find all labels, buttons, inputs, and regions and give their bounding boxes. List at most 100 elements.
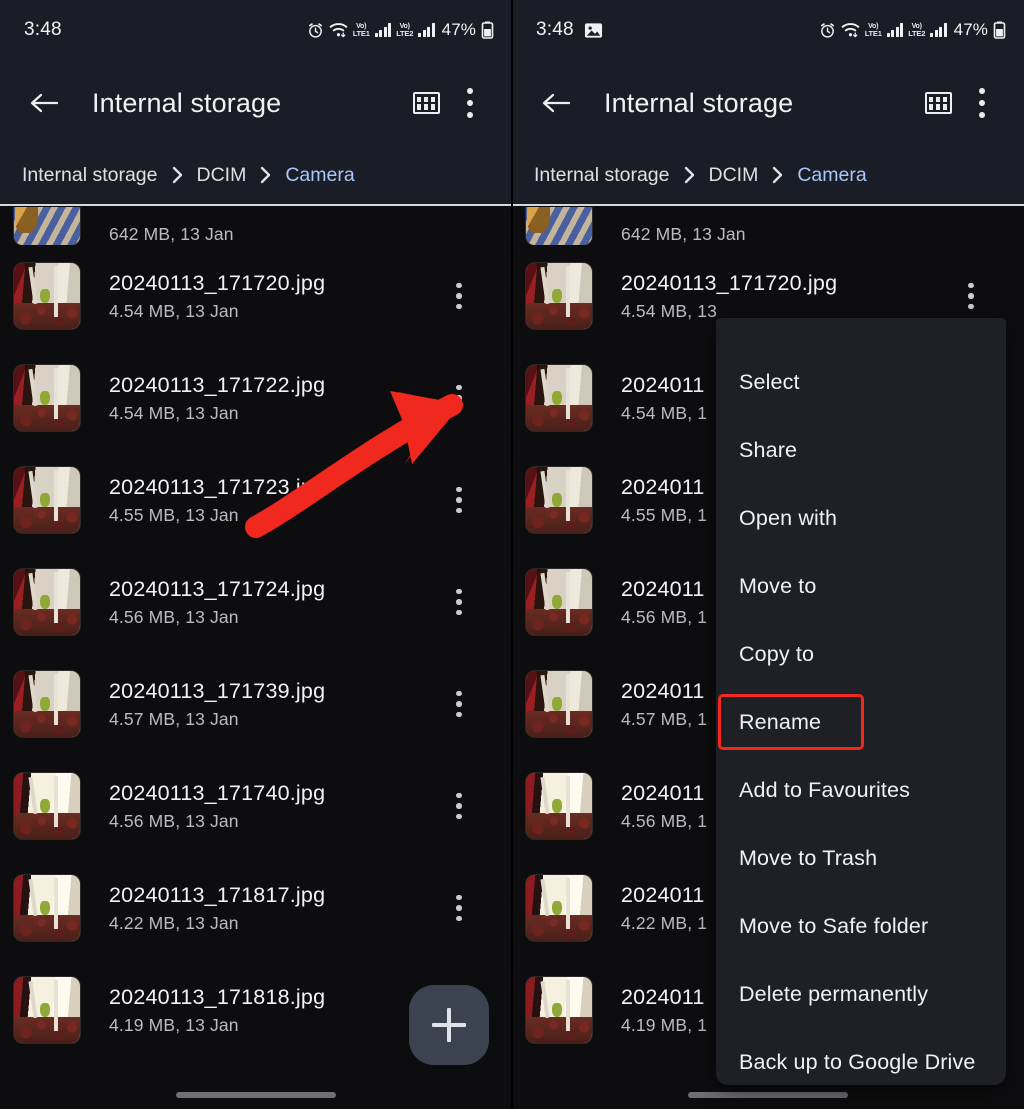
file-thumbnail	[526, 207, 592, 245]
file-thumbnail	[14, 365, 80, 431]
breadcrumb-item-2[interactable]: Camera	[797, 164, 866, 187]
breadcrumb-item-1[interactable]: DCIM	[197, 164, 247, 187]
file-name: 20240113_171818.jpg	[109, 984, 325, 1011]
file-name: 2024011	[621, 780, 707, 807]
table-row[interactable]: 20240113_171740.jpg 4.56 MB, 13 Jan	[0, 755, 512, 857]
file-subtitle: 4.56 MB, 13 Jan	[109, 607, 325, 628]
row-overflow-icon[interactable]	[444, 377, 474, 419]
file-thumbnail	[526, 467, 592, 533]
file-thumbnail	[14, 467, 80, 533]
menu-item-open-with[interactable]: Open with	[716, 484, 1006, 552]
menu-item-delete-permanently[interactable]: Delete permanently	[716, 960, 1006, 1028]
file-subtitle: 4.56 MB, 1	[621, 607, 707, 628]
file-thumbnail	[526, 671, 592, 737]
file-thumbnail	[14, 875, 80, 941]
file-subtitle: 4.22 MB, 13 Jan	[109, 913, 325, 934]
signal-bars-icon-2	[930, 23, 947, 37]
breadcrumb-item-2[interactable]: Camera	[285, 164, 354, 187]
file-meta: 20240113_171723.jpg 4.55 MB, 13 Jan	[109, 474, 325, 527]
home-gesture-pill[interactable]	[176, 1092, 336, 1098]
more-vert-icon[interactable]	[448, 81, 492, 125]
add-button[interactable]	[409, 985, 489, 1065]
row-overflow-icon[interactable]	[444, 479, 474, 521]
menu-item-move-to[interactable]: Move to	[716, 552, 1006, 620]
file-name: 20240113_171722.jpg	[109, 372, 325, 399]
status-bar-left-right-panel: 3:48	[536, 19, 603, 41]
file-name: 2024011	[621, 984, 707, 1011]
file-list[interactable]: 642 MB, 13 Jan 20240113_171720.jpg 4.54 …	[0, 207, 512, 1109]
file-name: 20240113_171817.jpg	[109, 882, 325, 909]
screenshot-image-icon	[584, 21, 603, 40]
list-item-partial[interactable]: 642 MB, 13 Jan	[512, 207, 1024, 245]
file-thumbnail	[14, 773, 80, 839]
menu-item-move-to-safe-folder[interactable]: Move to Safe folder	[716, 892, 1006, 960]
file-thumbnail	[526, 875, 592, 941]
chevron-right-icon-2	[259, 166, 272, 184]
file-subtitle: 4.57 MB, 1	[621, 709, 707, 730]
row-overflow-icon[interactable]	[956, 275, 986, 317]
menu-item-rename[interactable]: Rename	[716, 688, 1006, 756]
context-menu[interactable]: Select Share Open with Move to Copy to R…	[716, 318, 1006, 1085]
table-row[interactable]: 20240113_171817.jpg 4.22 MB, 13 Jan	[0, 857, 512, 959]
back-button[interactable]	[22, 81, 66, 125]
menu-item-share[interactable]: Share	[716, 416, 1006, 484]
table-row[interactable]: 20240113_171723.jpg 4.55 MB, 13 Jan	[0, 449, 512, 551]
breadcrumb-item-1[interactable]: DCIM	[709, 164, 759, 187]
left-screenshot-panel: 3:48 Vo) LTE1 Vo) LTE2 47%	[0, 0, 512, 1109]
grid-view-glyph	[413, 92, 440, 114]
page-title: Internal storage	[604, 88, 793, 119]
file-meta: 2024011 4.57 MB, 1	[621, 678, 707, 731]
table-row[interactable]: 20240113_171720.jpg 4.54 MB, 13 Jan	[0, 245, 512, 347]
home-gesture-pill[interactable]	[688, 1092, 848, 1098]
file-name: 2024011	[621, 372, 707, 399]
grid-view-icon[interactable]	[404, 81, 448, 125]
panel-divider	[511, 0, 513, 1109]
menu-item-back-up-to-google-drive[interactable]: Back up to Google Drive	[716, 1028, 1006, 1085]
volte1-icon: Vo) LTE1	[353, 23, 370, 38]
app-bar-right-panel: Internal storage	[512, 60, 1024, 146]
file-name: 2024011	[621, 576, 707, 603]
volte1-icon: Vo) LTE1	[865, 23, 882, 38]
row-overflow-icon[interactable]	[444, 785, 474, 827]
menu-item-copy-to[interactable]: Copy to	[716, 620, 1006, 688]
signal-bars-icon-2	[418, 23, 435, 37]
file-meta: 20240113_171818.jpg 4.19 MB, 13 Jan	[109, 984, 325, 1037]
table-row[interactable]: 20240113_171739.jpg 4.57 MB, 13 Jan	[0, 653, 512, 755]
list-item-partial[interactable]: 642 MB, 13 Jan	[0, 207, 512, 245]
file-name: 20240113_171720.jpg	[621, 270, 837, 297]
lte2-label: LTE2	[396, 30, 413, 38]
back-button[interactable]	[534, 81, 578, 125]
menu-item-move-to-trash[interactable]: Move to Trash	[716, 824, 1006, 892]
row-overflow-icon[interactable]	[444, 683, 474, 725]
breadcrumb-right-panel: Internal storage DCIM Camera	[512, 146, 1024, 206]
signal-bars-icon	[375, 23, 392, 37]
file-name: 2024011	[621, 474, 707, 501]
alarm-icon	[307, 22, 324, 39]
more-vert-glyph	[467, 88, 473, 118]
row-overflow-icon[interactable]	[444, 581, 474, 623]
status-bar-left: 3:48	[24, 19, 62, 41]
battery-icon	[993, 21, 1006, 39]
table-row[interactable]: 20240113_171724.jpg 4.56 MB, 13 Jan	[0, 551, 512, 653]
breadcrumb-item-0[interactable]: Internal storage	[534, 164, 670, 187]
battery-percent-label: 47%	[442, 20, 476, 40]
file-meta: 20240113_171720.jpg 4.54 MB, 13 Jan	[109, 270, 325, 323]
menu-item-select[interactable]: Select	[716, 348, 1006, 416]
status-bar-clock: 3:48	[24, 19, 62, 41]
file-thumbnail	[14, 569, 80, 635]
row-overflow-icon[interactable]	[444, 887, 474, 929]
row-overflow-icon[interactable]	[444, 275, 474, 317]
lte1-label: LTE1	[865, 30, 882, 38]
file-meta: 2024011 4.54 MB, 1	[621, 372, 707, 425]
table-row[interactable]: 20240113_171722.jpg 4.54 MB, 13 Jan	[0, 347, 512, 449]
file-subtitle: 4.55 MB, 13 Jan	[109, 505, 325, 526]
file-meta: 2024011 4.56 MB, 1	[621, 576, 707, 629]
grid-view-icon[interactable]	[916, 81, 960, 125]
status-bar-right: Vo) LTE1 Vo) LTE2 47%	[307, 20, 494, 40]
menu-item-add-to-favourites[interactable]: Add to Favourites	[716, 756, 1006, 824]
file-thumbnail	[526, 365, 592, 431]
more-vert-icon[interactable]	[960, 81, 1004, 125]
file-name: 20240113_171723.jpg	[109, 474, 325, 501]
breadcrumb-item-0[interactable]: Internal storage	[22, 164, 158, 187]
file-subtitle: 4.55 MB, 1	[621, 505, 707, 526]
